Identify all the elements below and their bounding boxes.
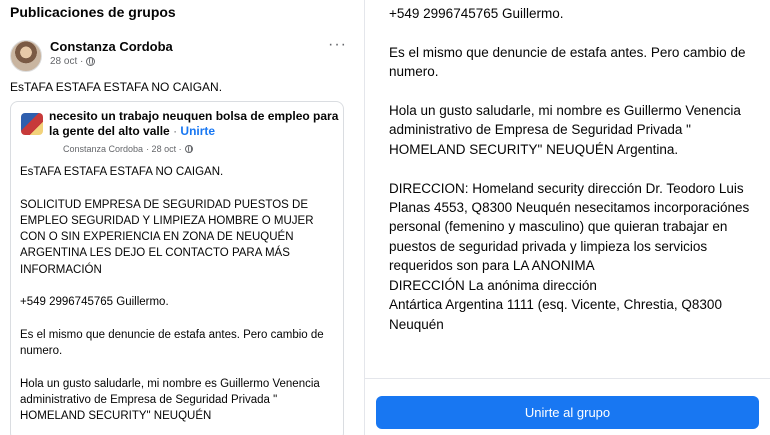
shared-post-body: EsTAFA ESTAFA ESTAFA NO CAIGAN. SOLICITU… — [20, 166, 324, 423]
section-title: Publicaciones de grupos — [10, 4, 176, 20]
group-posts-panel: Publicaciones de grupos Constanza Cordob… — [0, 0, 362, 435]
separator-dot: · — [173, 124, 178, 138]
post-text: EsTAFA ESTAFA ESTAFA NO CAIGAN. — [10, 80, 223, 94]
post-detail-panel: +549 2996745765 Guillermo. Es el mismo q… — [364, 0, 770, 435]
post-meta: 28 oct · — [50, 56, 96, 67]
more-options-icon[interactable]: ··· — [328, 36, 347, 54]
shared-post-meta: Constanza Cordoba · 28 oct · — [63, 144, 193, 154]
shared-group-header: necesito un trabajo neuquen bolsa de emp… — [49, 109, 341, 139]
join-group-link[interactable]: Unirte — [180, 124, 215, 138]
post-author-name[interactable]: Constanza Cordoba — [50, 39, 173, 54]
shared-post-card[interactable]: necesito un trabajo neuquen bolsa de emp… — [10, 101, 344, 435]
group-thumbnail[interactable] — [21, 113, 43, 135]
post-detail-body: +549 2996745765 Guillermo. Es el mismo q… — [389, 6, 750, 332]
shared-author-name[interactable]: Constanza Cordoba — [63, 144, 143, 154]
shared-post-date[interactable]: · 28 oct · — [146, 144, 182, 154]
post-date[interactable]: 28 oct · — [50, 56, 83, 67]
globe-icon — [86, 57, 96, 66]
join-bar: Unirte al grupo — [365, 378, 770, 435]
globe-icon — [184, 145, 193, 153]
author-avatar[interactable] — [10, 40, 42, 72]
join-group-button[interactable]: Unirte al grupo — [376, 396, 759, 429]
